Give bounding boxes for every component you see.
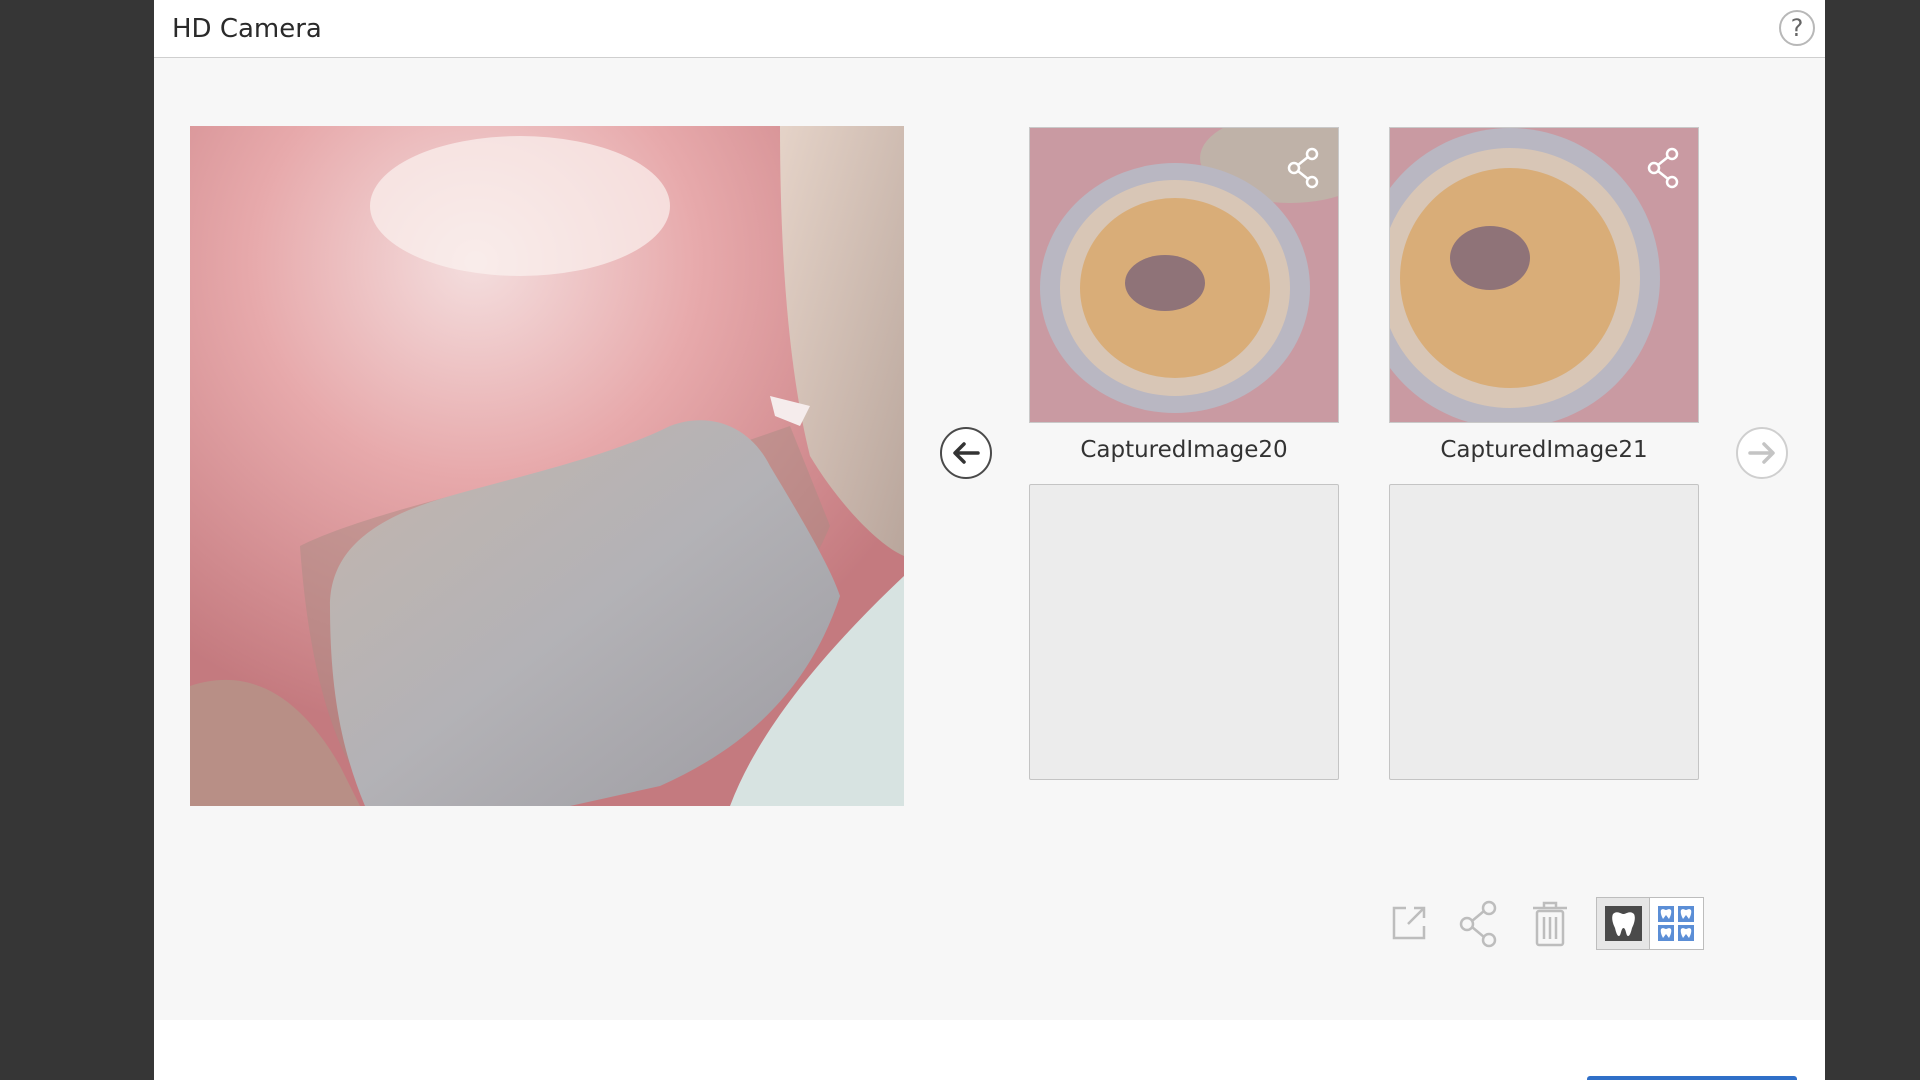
share-icon[interactable] <box>1644 146 1684 194</box>
title-bar: HD Camera ? <box>154 0 1825 58</box>
camera-image <box>190 126 904 806</box>
next-page-button[interactable] <box>1736 427 1788 479</box>
share-icon[interactable] <box>1284 146 1324 194</box>
thumbnail-captured-image-21[interactable] <box>1389 127 1699 423</box>
main-camera-view <box>190 126 904 806</box>
arrow-left-icon <box>953 442 980 464</box>
empty-thumbnail-slot <box>1029 484 1339 780</box>
share-icon <box>1459 900 1497 948</box>
trash-icon <box>1533 901 1567 947</box>
export-button[interactable] <box>1388 902 1430 944</box>
export-icon <box>1392 906 1426 940</box>
arrow-right-icon <box>1748 442 1775 464</box>
thumbnail-label: CapturedImage21 <box>1440 437 1648 463</box>
delete-button[interactable] <box>1529 900 1571 948</box>
single-view-button[interactable] <box>1597 898 1650 949</box>
hd-camera-dialog: HD Camera ? CapturedImage20 CapturedImag… <box>154 0 1825 1080</box>
view-mode-toggle <box>1596 897 1704 950</box>
thumbnail-captured-image-20[interactable] <box>1029 127 1339 423</box>
help-button[interactable]: ? <box>1779 10 1815 46</box>
dialog-footer <box>154 1020 1825 1080</box>
window-title: HD Camera <box>172 14 322 44</box>
share-button[interactable] <box>1457 900 1503 948</box>
grid-view-button[interactable] <box>1650 898 1703 949</box>
previous-page-button[interactable] <box>940 427 992 479</box>
thumbnail-label: CapturedImage20 <box>1080 437 1288 463</box>
grid-tooth-icon <box>1658 906 1694 941</box>
footer-action-button[interactable] <box>1587 1076 1797 1080</box>
empty-thumbnail-slot <box>1389 484 1699 780</box>
tooth-icon <box>1605 906 1642 941</box>
